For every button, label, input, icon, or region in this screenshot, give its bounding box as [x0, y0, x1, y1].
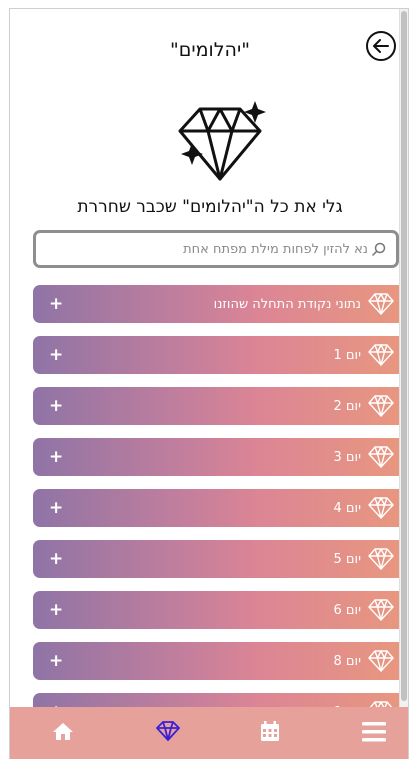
nav-diamonds[interactable] [156, 721, 180, 745]
list-item[interactable]: + יום 8 [33, 642, 408, 680]
search-input[interactable] [36, 240, 370, 258]
scrollbar[interactable] [399, 9, 408, 707]
menu-icon [362, 722, 386, 742]
diamond-icon [368, 446, 394, 468]
expand-plus-icon[interactable]: + [49, 549, 63, 569]
expand-plus-icon[interactable]: + [49, 600, 63, 620]
list-item-label: יום 5 [333, 551, 362, 567]
expand-plus-icon[interactable]: + [49, 294, 63, 314]
diamond-icon [368, 293, 394, 315]
diamond-sparkle-icon [178, 101, 266, 181]
list-item-label: נתוני נקודת התחלה שהוזנו [213, 296, 361, 312]
list-item[interactable]: + יום 4 [33, 489, 408, 527]
page-subtitle: גלי את כל ה"יהלומים" שכבר שחררת [77, 197, 343, 217]
expand-plus-icon[interactable]: + [49, 396, 63, 416]
diamond-icon [368, 497, 394, 519]
home-icon [53, 723, 73, 740]
expand-plus-icon[interactable]: + [49, 447, 63, 467]
diamond-icon [156, 721, 180, 741]
diamond-icon [368, 599, 394, 621]
page-title: "יהלומים" [170, 39, 250, 61]
nav-home[interactable] [52, 721, 74, 745]
app-screen: "יהלומים" גלי את כל ה"יהלומים" שכבר שחרר… [9, 8, 409, 759]
back-button[interactable] [366, 31, 396, 61]
list-item-label: יום 3 [333, 449, 362, 465]
scrollbar-thumb[interactable] [401, 11, 407, 701]
list-item[interactable]: + יום 5 [33, 540, 408, 578]
expand-plus-icon[interactable]: + [49, 498, 63, 518]
nav-menu[interactable] [362, 721, 386, 746]
diamond-icon [368, 548, 394, 570]
list-item[interactable]: + יום 1 [33, 336, 408, 374]
bottom-nav [10, 707, 408, 759]
list-item[interactable]: + יום 2 [33, 387, 408, 425]
calendar-icon [261, 721, 279, 741]
expand-plus-icon[interactable]: + [49, 345, 63, 365]
list-item[interactable]: + יום 3 [33, 438, 408, 476]
list-item-label: יום 8 [333, 653, 362, 669]
diamond-icon [368, 344, 394, 366]
list-item-label: יום 4 [333, 500, 362, 516]
search-icon [372, 242, 386, 256]
list-item-label: יום 6 [333, 602, 362, 618]
expand-plus-icon[interactable]: + [49, 651, 63, 671]
search-field[interactable] [33, 230, 399, 268]
list-item[interactable]: + נתוני נקודת התחלה שהוזנו [33, 285, 408, 323]
list-item[interactable]: + יום 6 [33, 591, 408, 629]
arrow-left-icon [373, 39, 389, 53]
list-item-label: יום 1 [333, 347, 362, 363]
nav-calendar[interactable] [260, 721, 280, 746]
diamond-icon [368, 395, 394, 417]
list-item-label: יום 2 [333, 398, 362, 414]
diamond-icon [368, 650, 394, 672]
